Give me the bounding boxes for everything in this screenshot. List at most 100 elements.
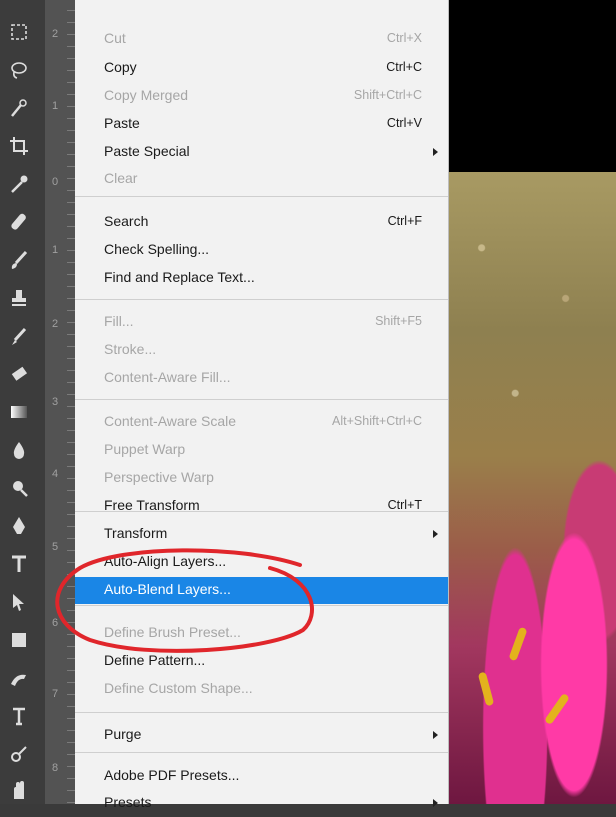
menu-item-paste-special[interactable]: Paste Special — [75, 139, 448, 166]
ruler-tick — [67, 34, 75, 35]
menu-item-copy[interactable]: Copy Ctrl+C — [75, 55, 448, 82]
menu-item-label: Auto-Align Layers... — [104, 553, 227, 569]
menu-item-define-pattern[interactable]: Define Pattern... — [75, 648, 448, 675]
ruler-tick — [67, 754, 75, 755]
ruler-tick — [67, 550, 75, 551]
ruler-tick — [67, 130, 75, 131]
menu-item-search[interactable]: Search Ctrl+F — [75, 209, 448, 236]
menu-item-auto-align-layers[interactable]: Auto-Align Layers... — [75, 549, 448, 576]
type-icon[interactable] — [5, 552, 33, 576]
quick-select-icon[interactable] — [5, 96, 33, 120]
submenu-arrow-icon — [433, 731, 438, 739]
ruler-tick — [67, 70, 75, 71]
menu-item-label: Search — [104, 213, 149, 229]
ruler-tick — [67, 514, 75, 515]
image-detail — [477, 671, 495, 707]
menu-item-shortcut: Ctrl+V — [386, 116, 422, 130]
eraser-icon[interactable] — [5, 362, 33, 386]
ruler-tick — [67, 334, 75, 335]
eyedropper-icon[interactable] — [5, 172, 33, 196]
ruler-tick — [67, 214, 75, 215]
ruler-number: 8 — [52, 762, 59, 774]
gradient-icon[interactable] — [5, 400, 33, 424]
menu-item-shortcut: Shift+Ctrl+C — [353, 88, 422, 102]
ruler-tick — [67, 766, 75, 767]
ruler-number: 5 — [52, 541, 59, 553]
menu-item-label: Auto-Blend Layers... — [104, 581, 231, 597]
menu-separator — [75, 299, 448, 300]
dodge-icon[interactable] — [5, 476, 33, 500]
menu-item-label: Transform — [104, 525, 168, 541]
history-brush-icon[interactable] — [5, 324, 33, 348]
clone-stamp-icon[interactable] — [5, 286, 33, 310]
ruler-tick — [67, 466, 75, 467]
lasso-icon[interactable] — [5, 58, 33, 82]
menu-item-label: Stroke... — [104, 341, 157, 357]
crop-icon[interactable] — [5, 134, 33, 158]
blur-icon[interactable] — [5, 438, 33, 462]
marquee-icon[interactable] — [5, 20, 33, 44]
menu-item-label: Perspective Warp — [104, 469, 214, 485]
menu-item-adobe-pdf-presets[interactable]: Adobe PDF Presets... — [75, 763, 448, 790]
ruler-tick — [67, 106, 75, 107]
ruler-tick — [67, 238, 75, 239]
submenu-arrow-icon — [433, 799, 438, 807]
menu-item-label: Purge — [104, 726, 142, 742]
menu-item-transform[interactable]: Transform — [75, 521, 448, 548]
menu-item-stroke: Stroke... — [75, 337, 448, 364]
menu-item-content-aware-fill: Content-Aware Fill... — [75, 365, 448, 392]
menu-item-paste[interactable]: Paste Ctrl+V — [75, 111, 448, 138]
ruler-tick — [67, 646, 75, 647]
image-detail — [508, 626, 528, 662]
ruler-tick — [67, 706, 75, 707]
path-select-icon[interactable] — [5, 590, 33, 614]
ruler-tick — [67, 730, 75, 731]
ruler-tick — [67, 382, 75, 383]
canvas-background — [448, 0, 616, 172]
ruler-tick — [67, 190, 75, 191]
menu-item-free-transform[interactable]: Free Transform Ctrl+T — [75, 493, 448, 520]
ruler-tick — [67, 538, 75, 539]
menu-item-purge[interactable]: Purge — [75, 722, 448, 749]
type-icon-2[interactable] — [5, 704, 33, 728]
ruler-tick — [67, 310, 75, 311]
pen-icon[interactable] — [5, 514, 33, 538]
menu-item-find-and-replace-text[interactable]: Find and Replace Text... — [75, 265, 448, 292]
canvas-image — [448, 172, 616, 804]
menu-item-label: Check Spelling... — [104, 241, 210, 257]
menu-item-copy-merged: Copy Merged Shift+Ctrl+C — [75, 83, 448, 110]
ruler-number: 4 — [52, 468, 59, 480]
ruler-tick — [67, 790, 75, 791]
ruler-tick — [67, 454, 75, 455]
ruler-tick — [67, 322, 75, 323]
edit-menu: Cut Ctrl+X Copy Ctrl+C Copy Merged Shift+Ctrl… — [75, 0, 449, 810]
menu-item-label: Presets — [104, 794, 152, 810]
ruler-tick — [67, 358, 75, 359]
ruler-tick — [67, 58, 75, 59]
tools-panel — [0, 0, 46, 804]
menu-item-label: Paste — [104, 115, 140, 131]
ruler-tick — [67, 154, 75, 155]
menu-item-clear: Clear — [75, 166, 448, 193]
menu-item-auto-blend-layers[interactable]: Auto-Blend Layers... — [75, 577, 448, 604]
ruler-tick — [67, 370, 75, 371]
path-select-icon-2[interactable] — [5, 742, 33, 766]
ruler-tick — [67, 142, 75, 143]
custom-shape-icon[interactable] — [5, 666, 33, 690]
ruler-number: 2 — [52, 28, 59, 40]
menu-item-label: Find and Replace Text... — [104, 269, 255, 285]
ruler-tick — [67, 274, 75, 275]
ruler-tick — [67, 682, 75, 683]
shape-icon[interactable] — [5, 628, 33, 652]
ruler-tick — [67, 406, 75, 407]
menu-item-puppet-warp: Puppet Warp — [75, 437, 448, 464]
ruler-tick — [67, 166, 75, 167]
ruler-number: 0 — [52, 176, 59, 188]
hand-icon[interactable] — [5, 778, 33, 802]
ruler-tick — [67, 262, 75, 263]
healing-brush-icon[interactable] — [5, 210, 33, 234]
brush-icon[interactable] — [5, 248, 33, 272]
menu-item-check-spelling[interactable]: Check Spelling... — [75, 237, 448, 264]
ruler-tick — [67, 670, 75, 671]
ruler-tick — [67, 430, 75, 431]
